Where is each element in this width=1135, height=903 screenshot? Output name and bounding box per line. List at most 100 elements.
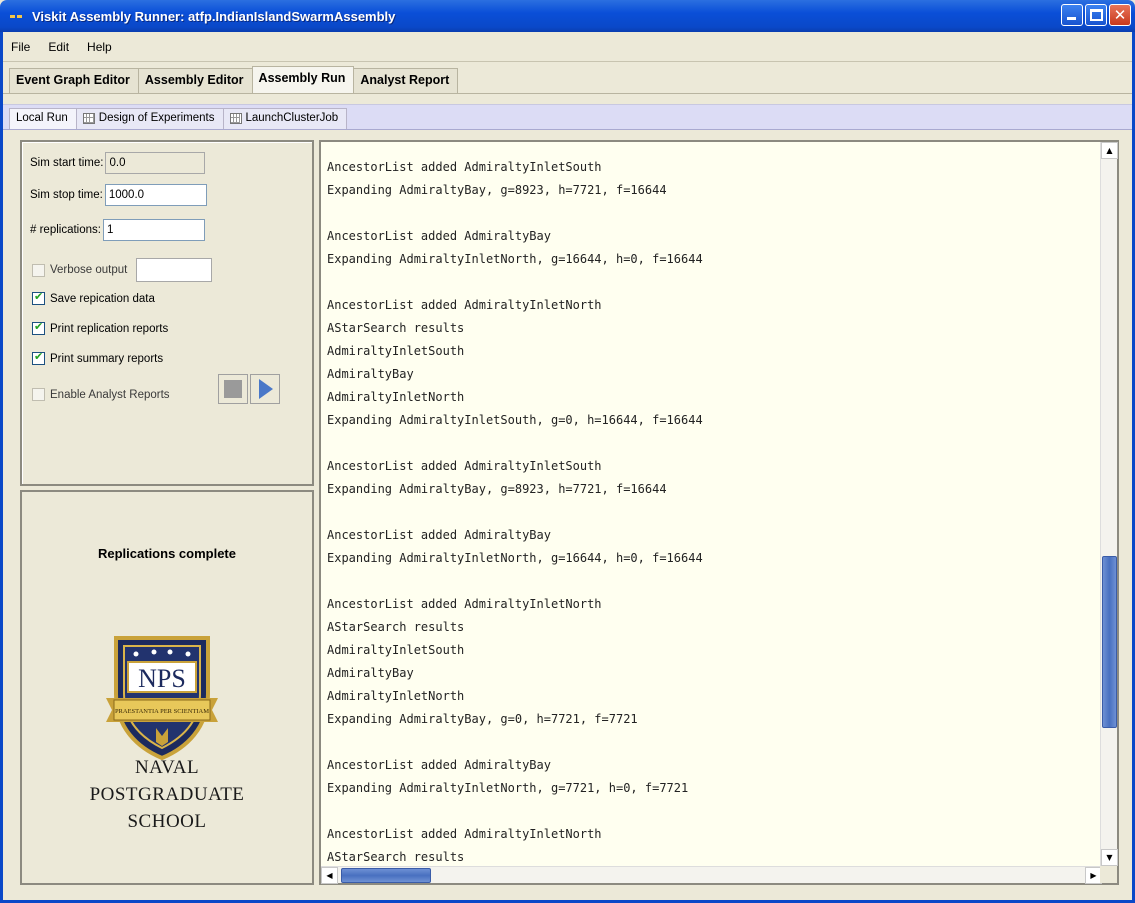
menu-file[interactable]: File	[11, 40, 30, 54]
output-line: AdmiraltyBay	[327, 367, 414, 381]
vertical-scroll-thumb[interactable]	[1102, 556, 1117, 728]
school-name-line3: SCHOOL	[127, 811, 207, 832]
tab-launch-cluster-job[interactable]: LaunchClusterJob	[222, 108, 348, 129]
scroll-up-button[interactable]: ▲	[1101, 142, 1118, 159]
save-replication-row: Save repication data	[32, 290, 155, 305]
table-icon	[82, 112, 95, 124]
tab-event-graph-editor[interactable]: Event Graph Editor	[9, 68, 139, 93]
output-line: AncestorList added AdmiraltyBay	[327, 229, 551, 243]
window-title: Viskit Assembly Runner: atfp.IndianIslan…	[32, 8, 396, 24]
replications-field[interactable]	[102, 219, 205, 241]
scroll-down-button[interactable]: ▼	[1101, 849, 1118, 866]
table-icon	[229, 112, 242, 124]
tab-assembly-run[interactable]: Assembly Run	[251, 66, 355, 93]
output-line: AncestorList added AdmiraltyBay	[327, 758, 551, 772]
run-button[interactable]	[250, 374, 280, 404]
sim-stop-field[interactable]	[104, 184, 207, 206]
horizontal-scroll-thumb[interactable]	[341, 868, 431, 883]
output-line: AdmiraltyInletSouth	[327, 344, 465, 358]
tab-local-run-label: Local Run	[16, 112, 68, 124]
print-summary-checkbox[interactable]	[32, 350, 45, 365]
stop-button[interactable]	[218, 374, 248, 404]
school-name: NAVAL POSTGRADUATE SCHOOL	[22, 754, 312, 835]
output-line: AdmiraltyBay	[327, 666, 414, 680]
scroll-up-icon: ▲	[1106, 146, 1113, 155]
tab-design-of-experiments-label: Design of Experiments	[98, 112, 215, 124]
output-line: Expanding AdmiraltyBay, g=8923, h=7721, …	[327, 183, 667, 197]
sim-start-row: Sim start time:	[30, 152, 206, 174]
close-button[interactable]: ✕	[1109, 4, 1131, 26]
play-icon	[259, 379, 273, 399]
stop-icon	[224, 380, 242, 398]
tab-design-of-experiments[interactable]: Design of Experiments	[75, 108, 224, 129]
output-text[interactable]: AncestorList added AdmiraltyInletSouth Ex…	[327, 156, 1097, 866]
status-message: Replications complete	[98, 546, 236, 561]
output-line: AncestorList added AdmiraltyInletNorth	[327, 827, 602, 841]
enable-analyst-checkbox[interactable]	[32, 388, 45, 401]
simulation-parameters: Sim start time: Sim stop time: # replica…	[20, 140, 314, 486]
output-line: AdmiraltyInletNorth	[327, 689, 465, 703]
tab-analyst-report[interactable]: Analyst Report	[353, 68, 459, 93]
output-line: AStarSearch results	[327, 620, 465, 634]
output-line: AncestorList added AdmiraltyInletNorth	[327, 597, 602, 611]
output-line: Expanding AdmiraltyInletNorth, g=7721, h…	[327, 781, 689, 795]
save-replication-checkbox[interactable]	[32, 290, 45, 305]
verbose-field[interactable]	[136, 258, 213, 282]
output-line: AncestorList added AdmiraltyInletSouth	[327, 459, 602, 473]
menu-bar: File Edit Help	[3, 32, 1132, 62]
sim-start-field	[105, 152, 206, 174]
verbose-row: Verbose output	[32, 258, 213, 282]
school-name-line1: NAVAL	[134, 757, 200, 778]
print-replication-checkbox[interactable]	[32, 320, 45, 335]
enable-analyst-label: Enable Analyst Reports	[50, 388, 170, 401]
tab-local-run[interactable]: Local Run	[9, 108, 77, 129]
main-tab-bar: Event Graph Editor Assembly Editor Assem…	[3, 66, 1132, 94]
scroll-down-icon: ▼	[1106, 853, 1113, 862]
output-line: AStarSearch results	[327, 321, 465, 335]
logo-text: NPS	[138, 664, 186, 693]
output-line: AncestorList added AdmiraltyBay	[327, 528, 551, 542]
replications-label: # replications:	[30, 224, 101, 236]
maximize-button[interactable]	[1085, 4, 1107, 26]
print-replication-row: Print replication reports	[32, 320, 168, 335]
nps-crest-logo: NPS PRAESTANTIA PER SCIENTIAM	[106, 636, 218, 761]
sim-stop-row: Sim stop time:	[30, 184, 207, 206]
output-line: Expanding AdmiraltyBay, g=8923, h=7721, …	[327, 482, 667, 496]
app-icon	[10, 11, 26, 21]
sub-tab-bar: Local Run Design of Experiments LaunchCl…	[3, 104, 1132, 130]
menu-edit[interactable]: Edit	[48, 40, 69, 54]
minimize-button[interactable]	[1061, 4, 1083, 26]
scroll-left-icon: ◀	[326, 871, 333, 880]
close-icon: ✕	[1113, 6, 1127, 24]
output-line: AStarSearch results	[327, 850, 465, 864]
output-console[interactable]: AncestorList added AdmiraltyInletSouth Ex…	[319, 140, 1119, 885]
horizontal-scrollbar[interactable]: ◀ ▶	[321, 866, 1102, 884]
scroll-right-icon: ▶	[1090, 871, 1097, 880]
scroll-left-button[interactable]: ◀	[321, 867, 338, 884]
sim-stop-label: Sim stop time:	[30, 189, 103, 201]
output-line: Expanding AdmiraltyInletNorth, g=16644, …	[327, 252, 703, 266]
menu-help[interactable]: Help	[87, 40, 112, 54]
tab-assembly-editor[interactable]: Assembly Editor	[137, 68, 253, 93]
vertical-scrollbar[interactable]: ▲ ▼	[1100, 142, 1118, 866]
tab-launch-cluster-job-label: LaunchClusterJob	[245, 112, 339, 124]
output-line: AncestorList added AdmiraltyInletNorth	[327, 298, 602, 312]
minimize-icon	[1067, 17, 1076, 20]
output-line: Expanding AdmiraltyInletNorth, g=16644, …	[327, 551, 703, 565]
save-replication-label: Save repication data	[50, 292, 155, 305]
logo-motto: PRAESTANTIA PER SCIENTIAM	[115, 708, 209, 715]
replications-row: # replications:	[30, 219, 205, 241]
enable-analyst-row: Enable Analyst Reports	[32, 388, 170, 401]
title-bar[interactable]: Viskit Assembly Runner: atfp.IndianIslan…	[0, 0, 1135, 32]
status-panel: Replications complete NPS PRAESTANTIA PE…	[20, 490, 314, 885]
output-line: AdmiraltyInletNorth	[327, 390, 465, 404]
print-summary-label: Print summary reports	[50, 352, 164, 365]
output-line: AdmiraltyInletSouth	[327, 643, 465, 657]
output-line: Expanding AdmiraltyBay, g=0, h=7721, f=7…	[327, 712, 638, 726]
verbose-checkbox[interactable]	[32, 263, 45, 277]
maximize-icon	[1090, 9, 1103, 21]
